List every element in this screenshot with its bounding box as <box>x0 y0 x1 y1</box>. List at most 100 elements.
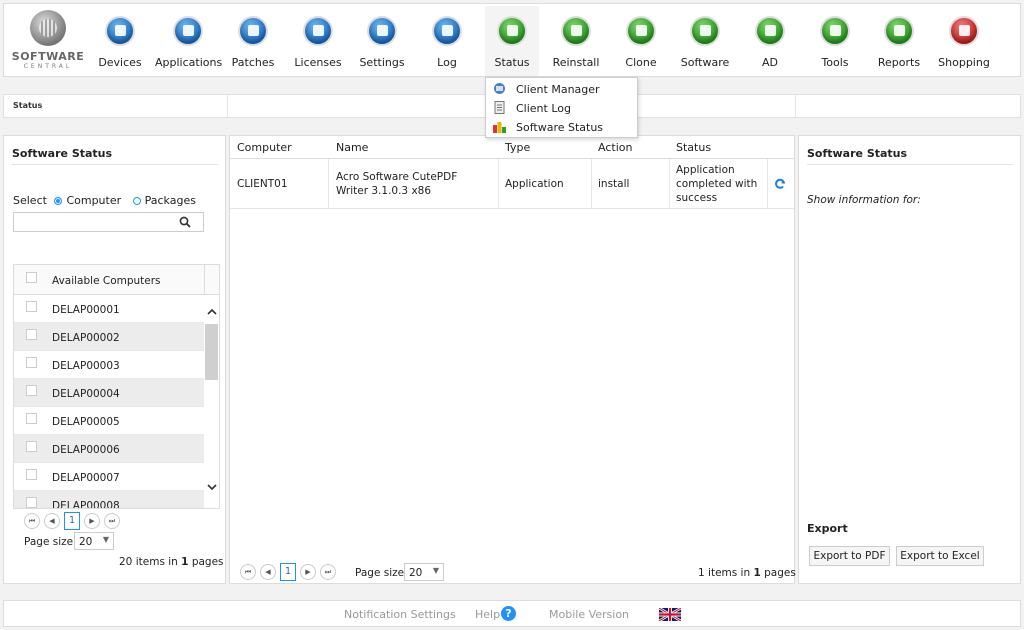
computer-name: DELAP00003 <box>52 360 120 372</box>
log-icon <box>432 16 462 46</box>
nav-label: Patches <box>231 56 275 69</box>
left-pager: ⏮ ◀ 1 ▶ ⏭ <box>24 512 224 533</box>
items-count: 1 <box>698 567 705 579</box>
last-page-icon[interactable]: ⏭ <box>104 513 120 529</box>
page-size-select[interactable]: 20 ▼ <box>74 532 114 550</box>
tools-wrench-icon <box>820 16 850 46</box>
help-question-icon[interactable]: ? <box>501 606 516 621</box>
status-check-icon <box>497 16 527 46</box>
column-header-action[interactable]: Action <box>598 141 632 154</box>
list-header-label: Available Computers <box>52 275 161 287</box>
notification-settings-link[interactable]: Notification Settings <box>344 608 456 621</box>
chevron-up-icon[interactable] <box>207 308 217 316</box>
list-item[interactable]: DELAP00006 <box>14 435 205 463</box>
search-input[interactable] <box>13 212 204 232</box>
pages-count: 1 <box>181 556 189 568</box>
menu-item-client-log[interactable]: Client Log <box>493 99 633 117</box>
row-checkbox[interactable] <box>26 469 37 480</box>
next-page-icon[interactable]: ▶ <box>84 513 100 529</box>
nav-reports[interactable]: Reports <box>868 6 930 76</box>
prev-page-icon[interactable]: ◀ <box>260 564 276 580</box>
nav-patches[interactable]: Patches <box>222 6 284 76</box>
column-header-type[interactable]: Type <box>505 141 530 154</box>
nav-log[interactable]: Log <box>416 6 478 76</box>
software-status-left-panel: Software Status Select Computer Packages… <box>3 135 226 584</box>
nav-applications[interactable]: Applications <box>155 6 222 76</box>
row-checkbox[interactable] <box>26 357 37 368</box>
row-checkbox[interactable] <box>26 385 37 396</box>
column-header-status[interactable]: Status <box>676 141 711 154</box>
row-checkbox[interactable] <box>26 329 37 340</box>
panel-title: Software Status <box>807 147 908 160</box>
nav-label: Settings <box>359 56 405 69</box>
clone-icon <box>626 16 656 46</box>
first-page-icon[interactable]: ⏮ <box>240 564 256 580</box>
page-size-value: 20 <box>409 567 423 579</box>
table-row[interactable]: CLIENT01 Acro Software CutePDF Writer 3.… <box>230 159 794 209</box>
export-pdf-button[interactable]: Export to PDF <box>809 546 890 566</box>
divider <box>807 164 1013 165</box>
nav-settings[interactable]: Settings <box>351 6 413 76</box>
nav-licenses[interactable]: Licenses <box>287 6 349 76</box>
ad-users-icon <box>755 16 785 46</box>
mobile-version-link[interactable]: Mobile Version <box>549 608 629 621</box>
radio-packages-label[interactable]: Packages <box>145 194 196 207</box>
list-item[interactable]: DELAP00002 <box>14 323 205 351</box>
next-page-icon[interactable]: ▶ <box>300 564 316 580</box>
row-checkbox[interactable] <box>26 441 37 452</box>
list-item[interactable]: DELAP00003 <box>14 351 205 379</box>
logo-disc-icon <box>30 10 66 46</box>
nav-shopping[interactable]: Shopping <box>931 6 997 76</box>
prev-page-icon[interactable]: ◀ <box>44 513 60 529</box>
list-item[interactable]: DELAP00005 <box>14 407 205 435</box>
page-size-value: 20 <box>79 536 93 548</box>
software-central-logo[interactable]: SOFTWARE CENTRAL <box>8 10 88 74</box>
page-size-select[interactable]: 20 ▼ <box>404 563 444 581</box>
items-info: 1 items in 1 pages <box>698 567 796 579</box>
last-page-icon[interactable]: ⏭ <box>320 564 336 580</box>
refresh-icon[interactable] <box>774 178 786 190</box>
list-item[interactable]: DELAP00001 <box>14 295 205 323</box>
menu-item-label: Software Status <box>516 121 604 134</box>
menu-item-software-status[interactable]: Software Status <box>493 118 633 136</box>
nav-tools[interactable]: Tools <box>804 6 866 76</box>
search-icon[interactable] <box>179 216 191 228</box>
current-page-number[interactable]: 1 <box>64 512 80 530</box>
current-page-number[interactable]: 1 <box>280 563 296 581</box>
select-all-checkbox[interactable] <box>26 272 37 283</box>
column-header-name[interactable]: Name <box>336 141 368 154</box>
nav-label: Clone <box>625 56 657 69</box>
list-item[interactable]: DELAP00007 <box>14 463 205 491</box>
client-log-icon <box>494 101 505 114</box>
logo-subtext: CENTRAL <box>23 63 73 70</box>
first-page-icon[interactable]: ⏮ <box>24 513 40 529</box>
available-computers-list: Available Computers DELAP00001 DELAP0000… <box>13 264 220 509</box>
dropdown-caret-icon: ▼ <box>432 566 439 575</box>
row-checkbox[interactable] <box>26 301 37 312</box>
radio-packages[interactable] <box>132 197 141 205</box>
scrollbar-thumb[interactable] <box>205 324 218 380</box>
row-checkbox[interactable] <box>26 413 37 424</box>
panel-title: Software Status <box>12 147 113 160</box>
list-item[interactable]: DELAP00004 <box>14 379 205 407</box>
radio-computer[interactable] <box>54 197 63 205</box>
computer-name: DELAP00001 <box>52 304 120 316</box>
chevron-down-icon[interactable] <box>207 483 217 491</box>
list-item[interactable]: DELAP00008 <box>14 491 205 508</box>
row-checkbox[interactable] <box>26 497 37 508</box>
radio-computer-label[interactable]: Computer <box>66 194 121 207</box>
help-link[interactable]: Help <box>475 608 500 621</box>
footer-bar: Notification Settings Help ? Mobile Vers… <box>3 600 1021 627</box>
nav-label: Devices <box>98 56 142 69</box>
nav-devices[interactable]: Devices <box>89 6 151 76</box>
nav-clone[interactable]: Clone <box>610 6 672 76</box>
uk-flag-icon[interactable] <box>659 608 681 621</box>
export-excel-button[interactable]: Export to Excel <box>896 546 984 566</box>
nav-software[interactable]: Software <box>674 6 736 76</box>
nav-status[interactable]: Status <box>485 6 539 76</box>
nav-reinstall[interactable]: Reinstall <box>545 6 607 76</box>
divider <box>767 159 768 209</box>
menu-item-client-manager[interactable]: Client Manager <box>493 80 633 98</box>
nav-ad[interactable]: AD <box>739 6 801 76</box>
column-header-computer[interactable]: Computer <box>237 141 292 154</box>
